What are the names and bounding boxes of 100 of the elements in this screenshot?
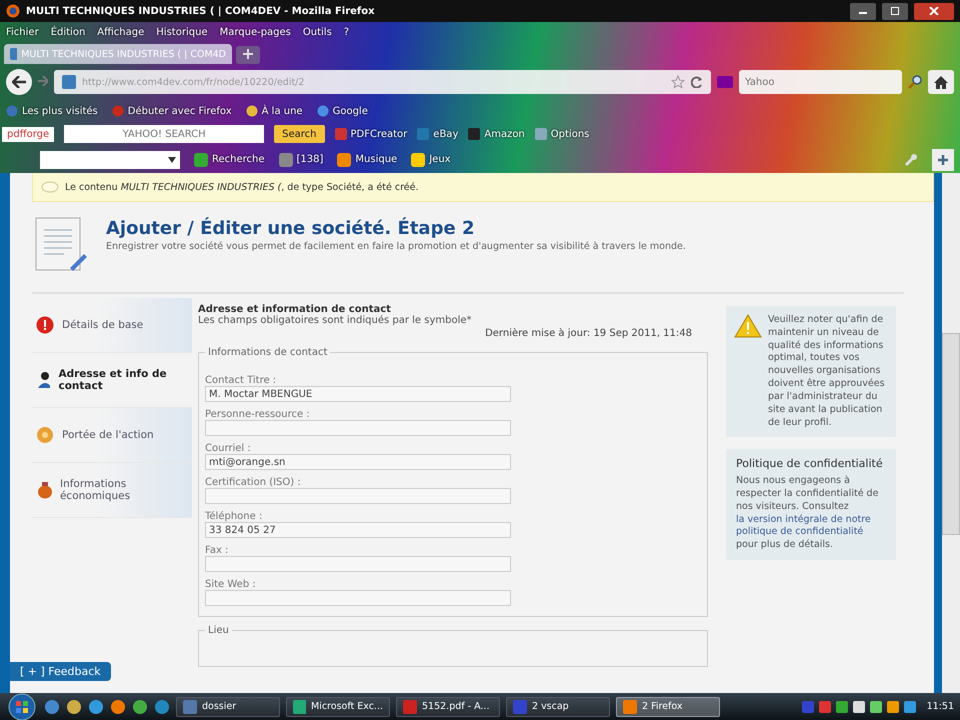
pdfforge-logo: pdfforge	[2, 126, 54, 142]
gear-icon	[36, 426, 54, 444]
step-tab[interactable]: Informations économiques	[32, 463, 192, 518]
taskbar-button[interactable]: Microsoft Exc...	[286, 696, 390, 716]
tray-icon[interactable]	[836, 700, 848, 712]
start-button[interactable]	[6, 692, 38, 720]
menu-item[interactable]: Édition	[50, 26, 86, 38]
input-field[interactable]: M. Moctar MBENGUE	[205, 386, 511, 402]
document-edit-icon	[34, 216, 88, 274]
required-note: Les champs obligatoires sont indiqués par le symbole*	[198, 315, 473, 326]
step-tab[interactable]: Portée de l'action	[32, 408, 192, 463]
toolbar-link[interactable]: Recherche	[194, 152, 265, 166]
bookmark-link[interactable]: Les plus visités	[6, 105, 98, 117]
bag-icon	[36, 481, 52, 499]
field-label: Contact Titre :	[205, 375, 278, 386]
plus-icon	[938, 154, 948, 164]
toolbar-icon	[417, 128, 430, 140]
taskbar-button[interactable]: 2 vscap	[506, 696, 610, 716]
field-label: Courriel :	[205, 443, 252, 454]
toolbar-link[interactable]: Amazon	[468, 128, 525, 140]
bookmark-link[interactable]: À la une	[246, 105, 303, 117]
section-heading: Adresse et information de contact	[198, 304, 392, 315]
back-button[interactable]	[6, 69, 32, 95]
logo-icon	[717, 76, 733, 88]
input-field[interactable]: 33 824 05 27	[205, 522, 511, 538]
toolbar-icon	[468, 128, 480, 140]
tray-icon[interactable]	[886, 700, 899, 712]
taskbar-button[interactable]: dossier	[176, 696, 280, 716]
notice-text: Veuillez noter qu'afin de maintenir un niveau de qualité des informations optimal, toutes vos nouvelles organisations doivent être approuvées par l'administrateur du site avant la publication de leur profil.	[768, 314, 886, 430]
menu-item[interactable]: Outils	[302, 26, 332, 38]
toolbar-search-field[interactable]: YAHOO! SEARCH	[64, 125, 264, 143]
maximize-button[interactable]	[882, 2, 908, 20]
taskbar-button[interactable]: 2 Firefox	[616, 696, 720, 716]
search-button[interactable]: Search	[274, 125, 324, 143]
window-title: MULTI TECHNIQUES INDUSTRIES ( | COM4DEV - Mozilla Firefox	[26, 6, 375, 16]
last-updated: Dernière mise à jour: 19 Sep 2011, 11:48	[484, 328, 693, 339]
toolbar-link[interactable]: Jeux	[411, 152, 451, 166]
dropdown-caret-icon	[168, 156, 176, 162]
privacy-text: pour plus de détails.	[736, 539, 834, 552]
home-button[interactable]	[928, 70, 954, 94]
taskbar-button[interactable]: 5152.pdf - A...	[396, 696, 500, 716]
app-icon	[403, 700, 417, 714]
new-tab-button[interactable]	[236, 46, 260, 64]
close-icon	[929, 7, 939, 15]
quick-launch-icon[interactable]	[44, 698, 60, 714]
field-label: Personne-ressource :	[205, 409, 311, 420]
search-field[interactable]: Yahoo	[739, 70, 902, 94]
toolbar-icon	[411, 152, 426, 166]
input-field[interactable]	[205, 488, 511, 504]
scrollbar[interactable]	[942, 173, 960, 693]
star-icon[interactable]	[671, 75, 685, 89]
bookmark-icon	[246, 105, 258, 117]
privacy-link[interactable]: la version intégrale de notre politique de confidentialité	[736, 514, 886, 540]
step-tab[interactable]: Détails de base	[32, 298, 192, 353]
feedback-button[interactable]: [ + ] Feedback	[10, 662, 111, 681]
input-field[interactable]	[205, 420, 511, 436]
menu-item[interactable]: Affichage	[97, 26, 144, 38]
input-field[interactable]	[205, 556, 511, 572]
site-icon	[62, 75, 76, 89]
menu-item[interactable]: ?	[344, 26, 350, 38]
bookmark-icon	[316, 105, 329, 117]
reload-icon[interactable]	[691, 76, 703, 88]
privacy-text: Nous nous engageons à respecter la confidentialité de nos visiteurs. Consultez	[736, 475, 880, 514]
toolbar-link[interactable]: eBay	[417, 128, 458, 140]
toolbar-icon	[194, 152, 208, 166]
tray-icon[interactable]	[904, 700, 916, 712]
toolbar-link[interactable]: Musique	[337, 152, 398, 166]
quick-launch-icon[interactable]	[110, 698, 126, 714]
close-button[interactable]	[914, 2, 954, 20]
quick-launch-icon[interactable]	[66, 698, 82, 714]
maximize-icon	[890, 7, 900, 15]
fieldset-legend: Lieu	[205, 625, 232, 636]
toolbar-link[interactable]: [138]	[278, 152, 324, 166]
input-field[interactable]	[205, 590, 511, 606]
warning-icon	[734, 314, 762, 338]
home-icon	[934, 76, 948, 88]
bookmark-link[interactable]: Débuter avec Firefox	[112, 105, 232, 117]
quick-launch-icon[interactable]	[132, 698, 148, 714]
clock: 11:51	[926, 701, 954, 712]
input-field[interactable]: mti@orange.sn	[205, 454, 511, 470]
bookmark-icon	[6, 105, 18, 117]
quick-launch-icon[interactable]	[154, 698, 170, 714]
bookmark-icon	[112, 105, 124, 117]
menu-item[interactable]: Historique	[156, 26, 208, 38]
tray-icon[interactable]	[852, 700, 865, 712]
menu-item[interactable]: Marque-pages	[220, 26, 291, 38]
bookmark-link[interactable]: Google	[316, 105, 368, 117]
tray-icon[interactable]	[870, 700, 882, 712]
toolbar-icon	[334, 128, 346, 140]
toolbar-search-combo[interactable]	[40, 150, 180, 168]
minimize-button[interactable]	[850, 2, 876, 20]
toolbar-link[interactable]: PDFCreator	[334, 128, 408, 140]
app-icon	[513, 700, 527, 714]
menu-item[interactable]: Fichier	[6, 26, 39, 38]
toolbar-link[interactable]: Options	[534, 128, 590, 140]
field-label: Téléphone :	[205, 511, 264, 522]
add-button[interactable]	[932, 148, 954, 170]
search-icon[interactable]	[908, 75, 922, 89]
quick-launch-icon[interactable]	[88, 698, 104, 714]
page-title: Ajouter / Éditer une société. Étape 2	[106, 218, 476, 239]
